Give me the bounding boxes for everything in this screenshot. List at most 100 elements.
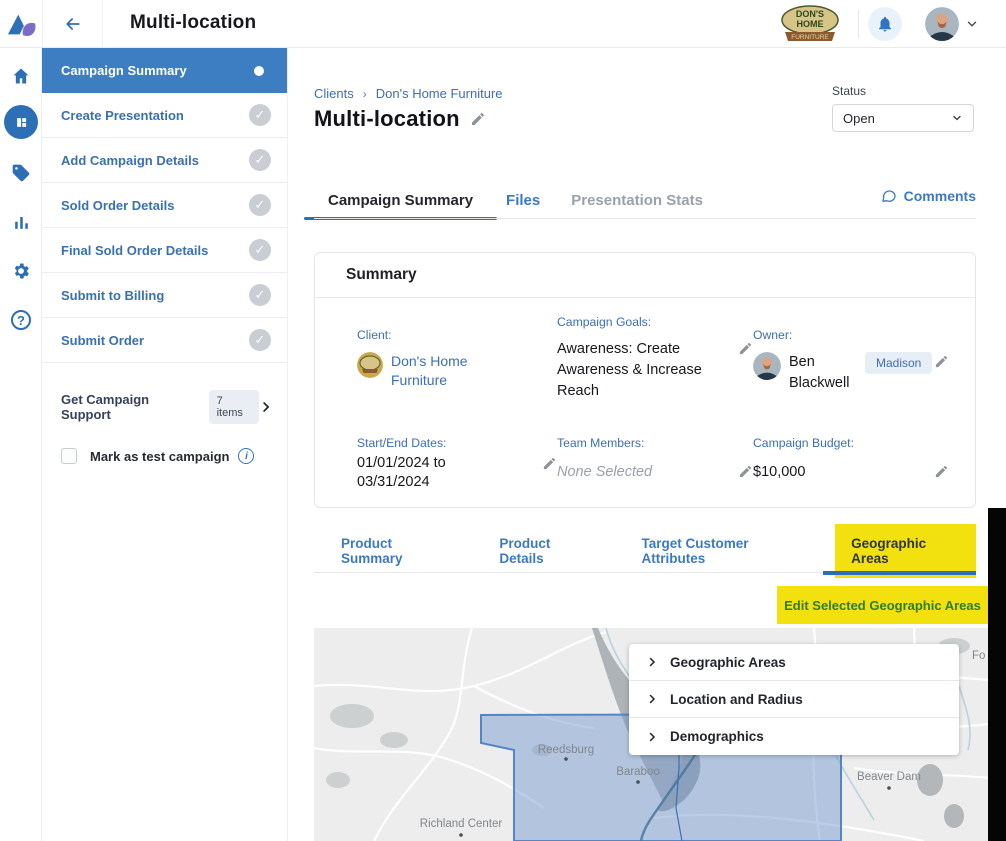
breadcrumb-clients[interactable]: Clients (314, 86, 354, 101)
map-label-richland-center: Richland Center (420, 818, 503, 830)
edit-budget-pencil-icon[interactable] (934, 462, 949, 479)
sidebar-item-create-presentation[interactable]: Create Presentation ✓ (42, 93, 287, 138)
app-logo-icon[interactable] (7, 10, 37, 38)
map-label-baraboo: Baraboo (616, 766, 659, 778)
svg-text:HOME: HOME (797, 19, 824, 29)
edit-owner-pencil-icon[interactable] (934, 352, 949, 369)
chevron-right-icon (646, 731, 658, 743)
topbar-divider (858, 10, 859, 38)
tab-presentation-stats[interactable]: Presentation Stats (557, 184, 717, 217)
campaign-tabs: Campaign Summary Files Presentation Stat… (314, 184, 976, 220)
sidebar-item-final-sold-order-details[interactable]: Final Sold Order Details ✓ (42, 228, 287, 273)
map-filters-panel: Geographic Areas Location and Radius Dem… (629, 644, 959, 755)
get-campaign-support-button[interactable]: Get Campaign Support 7 items (42, 390, 287, 424)
field-dates: Start/End Dates: 01/01/2024 to 03/31/202… (357, 436, 557, 492)
test-campaign-checkbox[interactable] (61, 448, 77, 464)
sidebar-item-sold-order-details[interactable]: Sold Order Details ✓ (42, 183, 287, 228)
check-circle-icon: ✓ (249, 104, 271, 126)
accordion-location-and-radius[interactable]: Location and Radius (629, 681, 959, 718)
dashboard-icon[interactable] (4, 105, 38, 139)
user-avatar[interactable] (925, 7, 959, 41)
field-campaign-goals: Campaign Goals: Awareness: Create Awaren… (557, 328, 753, 402)
check-circle-icon: ✓ (249, 194, 271, 216)
tag-icon[interactable] (0, 152, 42, 194)
client-logo-image: DON'S HOME FURNITURE (779, 4, 841, 44)
check-circle-icon: ✓ (249, 329, 271, 351)
map-label-cutoff: Fo (972, 650, 985, 662)
help-icon[interactable]: ? (0, 299, 42, 341)
top-bar: Multi-location DON'S HOME FURNITURE (0, 0, 1006, 48)
arrow-left-icon (63, 14, 83, 34)
chevron-right-icon (646, 693, 658, 705)
status-select[interactable]: Open (832, 104, 974, 132)
owner-name: Ben Blackwell (789, 352, 857, 394)
comments-button[interactable]: Comments (881, 188, 976, 204)
detail-subtabs: Product Summary Product Details Target C… (314, 530, 976, 575)
active-subtab-underline (823, 571, 976, 575)
check-circle-icon: ✓ (249, 284, 271, 306)
page-title: Multi-location (314, 106, 460, 132)
field-budget: Campaign Budget: $10,000 (753, 436, 949, 492)
summary-card: Summary Client: Don's Home Furniture Cam… (314, 252, 976, 508)
chevron-right-icon (646, 656, 658, 668)
breadcrumb-separator: › (363, 87, 367, 101)
screenshot-black-strip (988, 508, 1006, 841)
edit-title-pencil-icon[interactable] (470, 111, 486, 127)
comment-bubble-icon (881, 188, 897, 204)
breadcrumb-client-name[interactable]: Don's Home Furniture (376, 86, 503, 101)
info-icon[interactable]: i (238, 448, 254, 464)
status-label: Status (832, 84, 974, 98)
main-content: Clients › Don's Home Furniture Multi-loc… (288, 48, 1006, 841)
icon-rail: ? (0, 48, 42, 841)
items-count-badge: 7 items (209, 390, 260, 424)
client-link[interactable]: Don's Home Furniture (391, 352, 483, 390)
field-client: Client: Don's Home Furniture (357, 328, 557, 402)
subtab-target-customer-attributes[interactable]: Target Customer Attributes (641, 536, 805, 566)
chevron-down-icon (951, 112, 963, 124)
svg-text:FURNITURE: FURNITURE (791, 34, 829, 41)
accordion-geographic-areas[interactable]: Geographic Areas (629, 644, 959, 681)
check-circle-icon: ✓ (249, 149, 271, 171)
tab-campaign-summary[interactable]: Campaign Summary (314, 184, 487, 217)
tab-files[interactable]: Files (492, 184, 554, 217)
campaign-steps-sidebar: Campaign Summary Create Presentation ✓ A… (42, 48, 288, 841)
subtab-product-details[interactable]: Product Details (499, 536, 592, 566)
bell-icon (876, 15, 894, 33)
back-button[interactable] (42, 0, 103, 48)
notifications-button[interactable] (868, 7, 902, 41)
status-value: Open (843, 111, 875, 126)
summary-card-header: Summary (315, 253, 975, 298)
owner-market-badge: Madison (865, 352, 932, 374)
chevron-down-icon[interactable] (965, 17, 979, 31)
map-label-beaver-dam: Beaver Dam (857, 771, 921, 783)
sidebar-item-submit-to-billing[interactable]: Submit to Billing ✓ (42, 273, 287, 318)
window-title: Multi-location (130, 12, 256, 34)
edit-selected-geographic-areas-link[interactable]: Edit Selected Geographic Areas (777, 586, 988, 624)
owner-avatar (753, 352, 781, 380)
check-circle-icon: ✓ (249, 239, 271, 261)
geographic-areas-map[interactable]: Reedsburg Baraboo Richland Center Beaver… (314, 628, 989, 841)
subtab-product-summary[interactable]: Product Summary (341, 536, 450, 566)
accordion-demographics[interactable]: Demographics (629, 718, 959, 755)
tabs-divider (314, 218, 976, 219)
field-owner: Owner: Ben Blackwell Madison (753, 328, 949, 402)
active-dot (254, 66, 264, 76)
client-logo-avatar (357, 352, 383, 378)
edit-team-pencil-icon[interactable] (738, 462, 753, 479)
field-team-members: Team Members: None Selected (557, 436, 753, 492)
subtab-geographic-areas[interactable]: Geographic Areas (835, 524, 976, 578)
edit-goals-pencil-icon[interactable] (738, 339, 753, 356)
chevron-right-icon (259, 400, 273, 414)
settings-gear-icon[interactable] (0, 250, 42, 292)
chart-icon[interactable] (0, 201, 42, 243)
breadcrumb: Clients › Don's Home Furniture (314, 86, 503, 101)
map-label-reedsburg: Reedsburg (538, 744, 594, 756)
test-campaign-row: Mark as test campaign i (42, 448, 287, 464)
sidebar-item-add-campaign-details[interactable]: Add Campaign Details ✓ (42, 138, 287, 183)
svg-text:DON'S: DON'S (796, 9, 824, 19)
sidebar-item-campaign-summary[interactable]: Campaign Summary (42, 48, 287, 93)
app-window: Multi-location DON'S HOME FURNITURE (0, 0, 1006, 841)
sidebar-item-submit-order[interactable]: Submit Order ✓ (42, 318, 287, 363)
edit-dates-pencil-icon[interactable] (542, 454, 557, 471)
home-icon[interactable] (0, 55, 42, 97)
